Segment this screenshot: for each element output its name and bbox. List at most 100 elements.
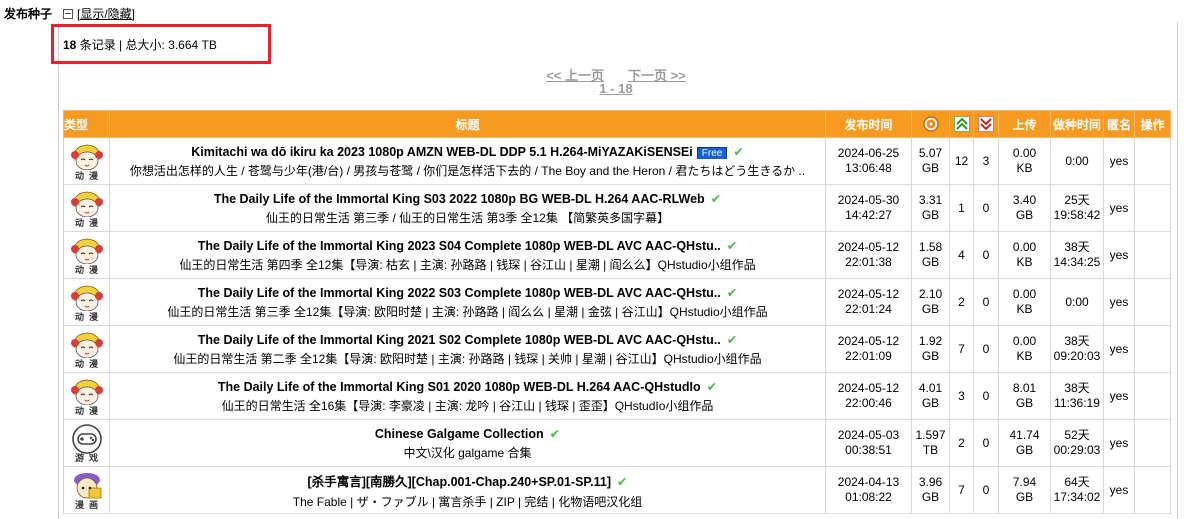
anime-category-icon[interactable]: 动漫 bbox=[67, 186, 107, 230]
upload-unit: GB bbox=[1015, 490, 1034, 504]
anime-category-icon[interactable]: 动漫 bbox=[67, 280, 107, 324]
torrent-subtitle: 中文\汉化 galgame 合集 bbox=[403, 445, 532, 460]
title-cell: Kimitachi wa dō ikiru ka 2023 1080p AMZN… bbox=[109, 137, 826, 185]
leechers-cell[interactable]: 0 bbox=[973, 231, 999, 279]
upload-unit: KB bbox=[1016, 161, 1033, 175]
publish-time-cell: 2024-05-03 00:38:51 bbox=[825, 419, 912, 467]
publish-date: 2024-05-12 bbox=[837, 334, 900, 348]
publish-time-cell: 2024-05-30 14:42:27 bbox=[825, 184, 912, 232]
category-cell: 游戏 bbox=[63, 419, 110, 467]
upload-cell: 0.00 KB bbox=[998, 231, 1051, 279]
leechers-cell[interactable]: 3 bbox=[973, 137, 999, 185]
upload-cell: 0.00 KB bbox=[998, 278, 1051, 326]
header-type[interactable]: 类型 bbox=[63, 110, 110, 138]
torrent-title-link[interactable]: Chinese Galgame Collection bbox=[375, 427, 544, 441]
title-cell: The Daily Life of the Immortal King 2023… bbox=[109, 231, 826, 279]
leechers-cell[interactable]: 0 bbox=[973, 466, 999, 514]
leechers-cell[interactable]: 0 bbox=[973, 419, 999, 467]
seeders-cell[interactable]: 1 bbox=[949, 184, 974, 232]
size-value: 2.10 bbox=[918, 287, 943, 301]
anime-category-icon[interactable]: 动漫 bbox=[67, 233, 107, 277]
upload-unit: KB bbox=[1016, 349, 1033, 363]
collapse-icon[interactable] bbox=[63, 8, 73, 19]
leechers-cell[interactable]: 0 bbox=[973, 325, 999, 373]
leechers-cell[interactable]: 0 bbox=[973, 372, 999, 420]
torrent-title-link[interactable]: The Daily Life of the Immortal King S01 … bbox=[218, 380, 701, 394]
category-label: 动漫 bbox=[74, 312, 103, 322]
seeders-cell[interactable]: 7 bbox=[949, 325, 974, 373]
seedtime-cell: 38天 11:36:19 bbox=[1050, 372, 1104, 420]
header-seedtime[interactable]: 做种时间 bbox=[1050, 110, 1104, 138]
torrent-title-link[interactable]: The Daily Life of the Immortal King 2021… bbox=[198, 333, 721, 347]
torrent-row: 漫画 [杀手寓言][南勝久][Chap.001-Chap.240+SP.01-SP… bbox=[63, 466, 1171, 514]
header-upload[interactable]: 上传 bbox=[998, 110, 1051, 138]
anonymous-cell: yes bbox=[1103, 419, 1135, 467]
header-time[interactable]: 发布时间 bbox=[825, 110, 912, 138]
upload-value: 0.00 bbox=[1012, 240, 1037, 254]
header-title[interactable]: 标题 bbox=[109, 110, 826, 138]
free-badge: Free bbox=[696, 146, 728, 159]
torrent-subtitle: 仙王的日常生活 第四季 全12集【导演: 枯玄 | 主演: 孙路路 | 钱琛 |… bbox=[179, 257, 756, 272]
size-cell: 1.597 TB bbox=[911, 419, 950, 467]
torrent-title-link[interactable]: The Daily Life of the Immortal King S03 … bbox=[214, 192, 705, 206]
publish-date: 2024-04-13 bbox=[837, 475, 900, 489]
pager-range-row: 1 - 18 bbox=[0, 81, 1196, 96]
seeders-cell[interactable]: 3 bbox=[949, 372, 974, 420]
torrent-subtitle: 仙王的日常生活 第二季 全12集【导演: 欧阳时楚 | 主演: 孙路路 | 钱琛… bbox=[173, 351, 762, 366]
header-size[interactable] bbox=[911, 110, 950, 138]
checkmark-icon: ✔ bbox=[616, 474, 628, 489]
show-hide-link[interactable]: [显示/隐藏] bbox=[77, 5, 135, 22]
size-unit: TB bbox=[922, 443, 939, 457]
torrent-title-link[interactable]: The Daily Life of the Immortal King 2023… bbox=[198, 239, 721, 253]
toggle-row: [显示/隐藏] bbox=[63, 5, 135, 22]
seedtime-secondary: 00:29:03 bbox=[1053, 443, 1101, 457]
publish-time-cell: 2024-04-13 01:08:22 bbox=[825, 466, 912, 514]
game-category-icon[interactable]: 游戏 bbox=[67, 421, 107, 465]
upload-unit: KB bbox=[1016, 255, 1033, 269]
manga-category-icon[interactable]: 漫画 bbox=[67, 468, 107, 512]
size-cell: 3.31 GB bbox=[911, 184, 950, 232]
category-cell: 动漫 bbox=[63, 325, 110, 373]
leechers-cell[interactable]: 0 bbox=[973, 184, 999, 232]
upload-value: 0.00 bbox=[1012, 334, 1037, 348]
seeders-cell[interactable]: 4 bbox=[949, 231, 974, 279]
header-leechers[interactable] bbox=[973, 110, 999, 138]
publish-clock: 14:42:27 bbox=[845, 208, 892, 222]
upload-cell: 7.94 GB bbox=[998, 466, 1051, 514]
seeders-cell[interactable]: 7 bbox=[949, 466, 974, 514]
header-seeders[interactable] bbox=[949, 110, 974, 138]
seedtime-primary: 25天 bbox=[1064, 193, 1090, 207]
torrent-title-link[interactable]: [杀手寓言][南勝久][Chap.001-Chap.240+SP.01-SP.1… bbox=[308, 475, 611, 489]
seeders-cell[interactable]: 2 bbox=[949, 278, 974, 326]
size-cell: 1.92 GB bbox=[911, 325, 950, 373]
size-unit: GB bbox=[921, 396, 940, 410]
actions-cell bbox=[1134, 278, 1171, 326]
size-cell: 2.10 GB bbox=[911, 278, 950, 326]
anonymous-cell: yes bbox=[1103, 137, 1135, 185]
anime-category-icon[interactable]: 动漫 bbox=[67, 139, 107, 183]
title-cell: The Daily Life of the Immortal King 2022… bbox=[109, 278, 826, 326]
torrent-title-link[interactable]: The Daily Life of the Immortal King 2022… bbox=[198, 286, 721, 300]
size-value: 5.07 bbox=[918, 146, 943, 160]
size-unit: GB bbox=[921, 161, 940, 175]
page-range-link[interactable]: 1 - 18 bbox=[599, 81, 632, 96]
seedtime-cell: 38天 14:34:25 bbox=[1050, 231, 1104, 279]
torrent-title-link[interactable]: Kimitachi wa dō ikiru ka 2023 1080p AMZN… bbox=[191, 145, 693, 159]
anime-category-icon[interactable]: 动漫 bbox=[67, 327, 107, 371]
category-cell: 动漫 bbox=[63, 372, 110, 420]
seeders-cell[interactable]: 2 bbox=[949, 419, 974, 467]
size-value: 1.597 bbox=[915, 428, 946, 442]
category-label: 动漫 bbox=[74, 218, 103, 228]
size-cell: 5.07 GB bbox=[911, 137, 950, 185]
upload-cell: 0.00 KB bbox=[998, 137, 1051, 185]
publish-date: 2024-06-25 bbox=[837, 146, 900, 160]
highlight-box bbox=[51, 24, 271, 64]
publish-time-cell: 2024-05-12 22:00:46 bbox=[825, 372, 912, 420]
category-cell: 动漫 bbox=[63, 278, 110, 326]
size-unit: GB bbox=[921, 208, 940, 222]
seeders-cell[interactable]: 12 bbox=[949, 137, 974, 185]
category-label: 游戏 bbox=[74, 453, 103, 463]
leechers-cell[interactable]: 0 bbox=[973, 278, 999, 326]
anime-category-icon[interactable]: 动漫 bbox=[67, 374, 107, 418]
torrent-subtitle: The Fable | ザ・ファブル | 寓言杀手 | ZIP | 完结 | 化… bbox=[292, 494, 643, 509]
